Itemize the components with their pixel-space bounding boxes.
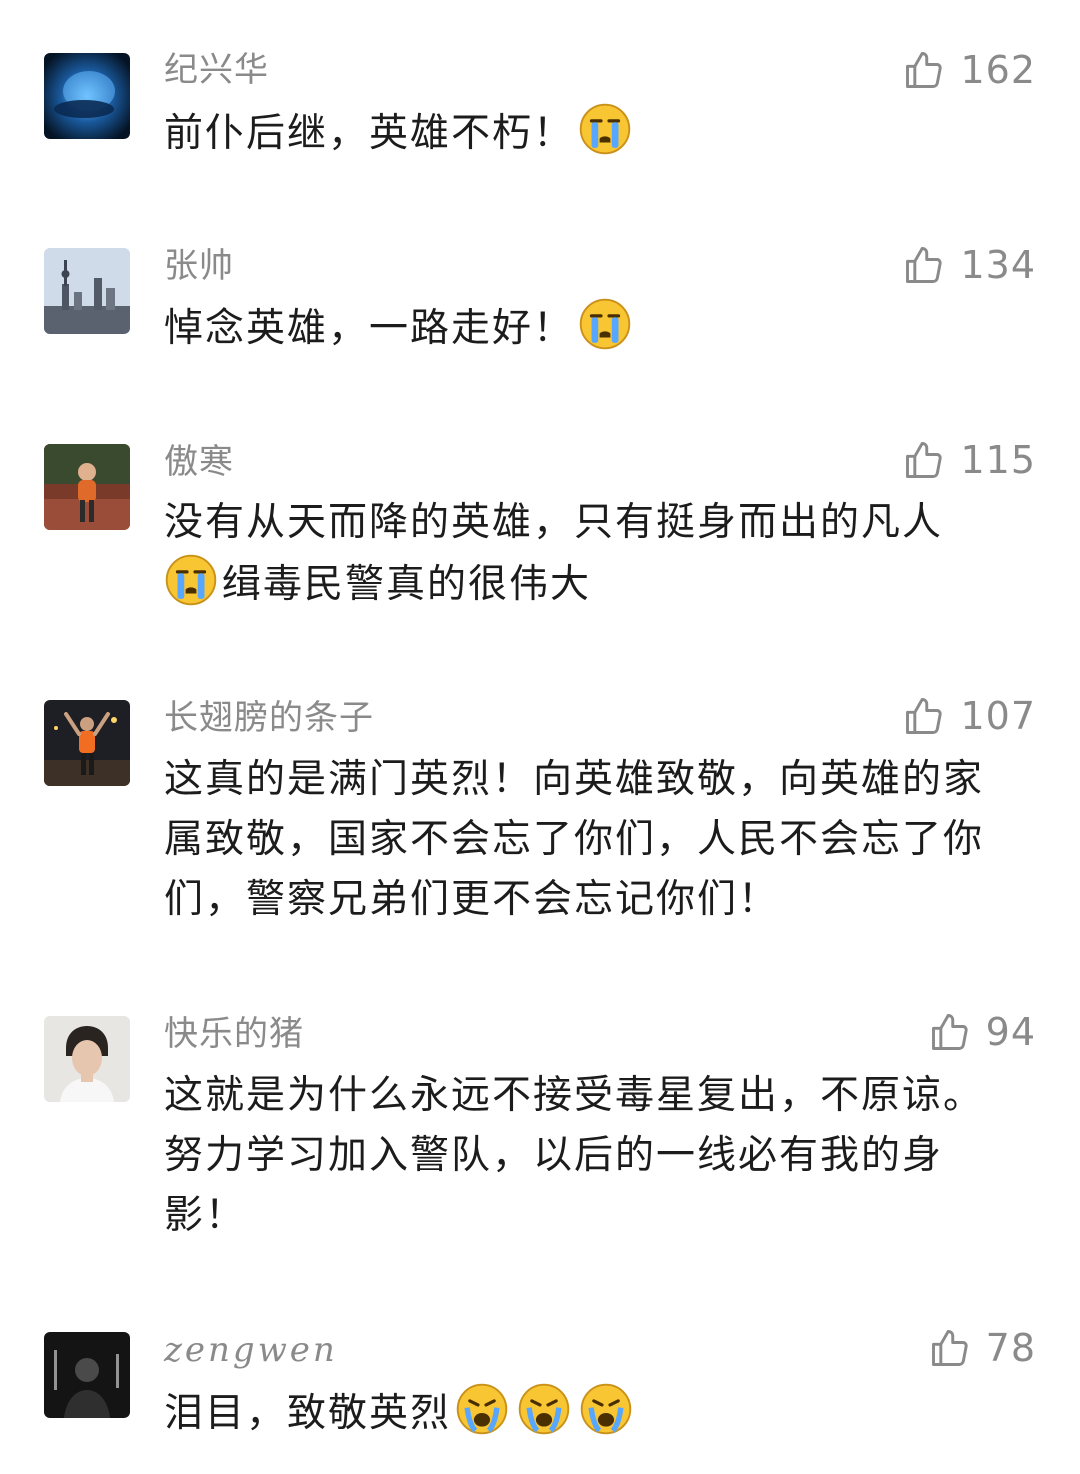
- like-count: 78: [985, 1326, 1036, 1370]
- loudly-crying-emoji-icon: [579, 1382, 633, 1436]
- thumbs-up-icon: [902, 694, 946, 738]
- avatar-image: [44, 53, 130, 139]
- loudly-crying-emoji-icon: [455, 1382, 509, 1436]
- comment-text: 前仆后继，英雄不朽！: [164, 102, 1024, 164]
- avatar[interactable]: [44, 1332, 130, 1418]
- avatar[interactable]: [44, 1016, 130, 1102]
- like-count: 115: [960, 438, 1036, 482]
- comment-text-segment: 这就是为什么永远不接受毒星复出，不原谅。努力学习加入警队，以后的一线必有我的身影…: [164, 1073, 985, 1238]
- avatar-image: [44, 1016, 130, 1102]
- thumbs-up-icon: [902, 438, 946, 482]
- comment-username[interactable]: 傲寒: [164, 440, 234, 484]
- like-count: 134: [960, 243, 1036, 287]
- like-count: 162: [960, 48, 1036, 92]
- thumbs-up-icon: [902, 243, 946, 287]
- like-button[interactable]: 94: [928, 1007, 1036, 1057]
- comment-text: 悼念英雄，一路走好！: [164, 297, 1024, 359]
- avatar[interactable]: [44, 248, 130, 334]
- comment-text-segment: 悼念英雄，一路走好！: [164, 306, 575, 351]
- comment-username[interactable]: 快乐的猪: [164, 1012, 304, 1056]
- like-count: 107: [960, 694, 1036, 738]
- like-button[interactable]: 115: [902, 435, 1036, 485]
- avatar[interactable]: [44, 444, 130, 530]
- like-count: 94: [985, 1010, 1036, 1054]
- crying-emoji-icon: [578, 102, 632, 156]
- comment-username[interactable]: 张帅: [164, 244, 234, 288]
- like-button[interactable]: 162: [902, 45, 1036, 95]
- avatar[interactable]: [44, 700, 130, 786]
- comment-text: 没有从天而降的英雄，只有挺身而出的凡人 缉毒民警真的很伟大: [164, 493, 1024, 615]
- avatar-image: [44, 248, 130, 334]
- comment-text: 这就是为什么永远不接受毒星复出，不原谅。努力学习加入警队，以后的一线必有我的身影…: [164, 1066, 1024, 1246]
- crying-emoji-icon: [164, 553, 218, 607]
- comment-text: 这真的是满门英烈！向英雄致敬，向英雄的家属致敬，国家不会忘了你们，人民不会忘了你…: [164, 750, 1024, 930]
- comment-text-segment: 这真的是满门英烈！向英雄致敬，向英雄的家属致敬，国家不会忘了你们，人民不会忘了你…: [164, 757, 985, 922]
- comment-text: 泪目，致敬英烈: [164, 1382, 1024, 1444]
- thumbs-up-icon: [928, 1010, 972, 1054]
- avatar-image: [44, 444, 130, 530]
- loudly-crying-emoji-icon: [517, 1382, 571, 1436]
- like-button[interactable]: 107: [902, 691, 1036, 741]
- avatar-image: [44, 1332, 130, 1418]
- like-button[interactable]: 78: [928, 1323, 1036, 1373]
- thumbs-up-icon: [928, 1326, 972, 1370]
- comment-text-segment: 没有从天而降的英雄，只有挺身而出的凡人: [164, 500, 944, 545]
- avatar[interactable]: [44, 53, 130, 139]
- comment-text-segment: 泪目，致敬英烈: [164, 1391, 452, 1436]
- comment-username[interactable]: 长翅膀的条子: [164, 696, 374, 740]
- comment-username[interactable]: zengwen: [164, 1328, 338, 1372]
- comment-text-segment: 前仆后继，英雄不朽！: [164, 111, 575, 156]
- comment-text-segment: 缉毒民警真的很伟大: [222, 562, 592, 607]
- avatar-image: [44, 700, 130, 786]
- thumbs-up-icon: [902, 48, 946, 92]
- like-button[interactable]: 134: [902, 240, 1036, 290]
- crying-emoji-icon: [578, 297, 632, 351]
- comment-username[interactable]: 纪兴华: [164, 48, 269, 92]
